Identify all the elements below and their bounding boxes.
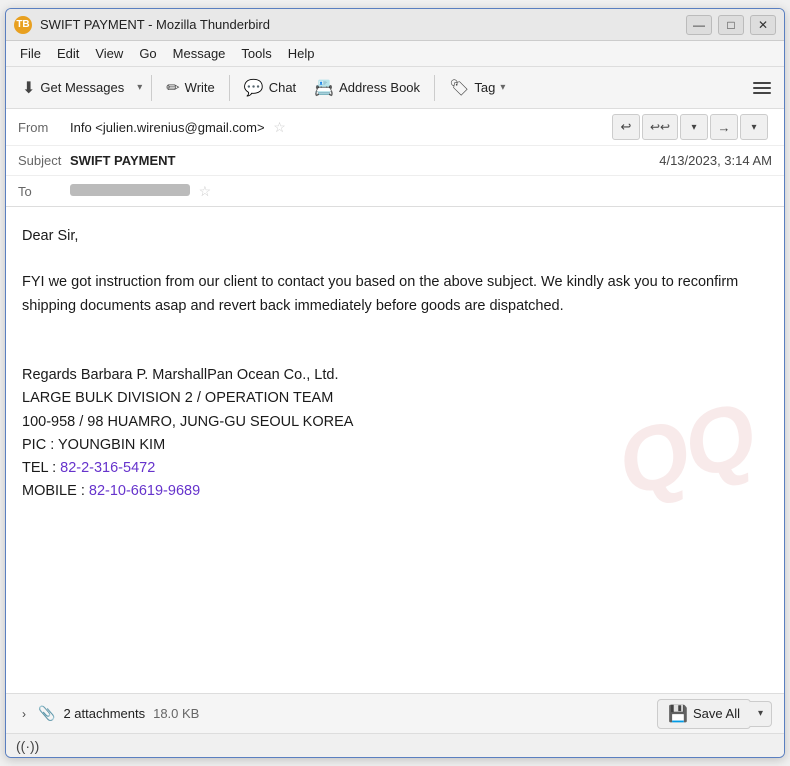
write-icon: ✏ xyxy=(166,78,179,98)
hamburger-menu-button[interactable] xyxy=(748,74,776,102)
forward-button[interactable]: → xyxy=(710,114,738,140)
tag-icon: 🏷 xyxy=(449,78,469,98)
subject-value: SWIFT PAYMENT xyxy=(70,153,659,168)
chat-button[interactable]: 💬 Chat xyxy=(236,74,304,102)
chat-label: Chat xyxy=(269,80,296,95)
tel-line: TEL : 82-2-316-5472 xyxy=(22,457,768,480)
to-address-blurred xyxy=(70,184,190,196)
menu-edit[interactable]: Edit xyxy=(49,44,87,63)
nav-arrows: ↩ ↩↩ ▾ → ▾ xyxy=(612,114,772,140)
save-all-icon: 💾 xyxy=(668,704,688,724)
minimize-button[interactable]: — xyxy=(686,15,712,35)
attachment-clip-icon: 📎 xyxy=(38,705,55,722)
app-icon: TB xyxy=(14,16,32,34)
get-messages-dropdown-button[interactable]: ▾ xyxy=(134,78,145,97)
subject-row: Subject SWIFT PAYMENT 4/13/2023, 3:14 AM xyxy=(6,146,784,176)
to-row: To ☆ xyxy=(6,176,784,206)
nav-dropdown-1[interactable]: ▾ xyxy=(680,114,708,140)
subject-label: Subject xyxy=(18,153,70,168)
email-header: From Info <julien.wirenius@gmail.com> ☆ … xyxy=(6,109,784,207)
regards-line: Regards Barbara P. MarshallPan Ocean Co.… xyxy=(22,364,768,387)
from-row: From Info <julien.wirenius@gmail.com> ☆ … xyxy=(6,109,784,146)
attachment-count: 2 attachments xyxy=(63,706,145,721)
reply-button[interactable]: ↩ xyxy=(612,114,640,140)
paragraph1: FYI we got instruction from our client t… xyxy=(22,271,768,317)
tag-button[interactable]: 🏷 Tag ▾ xyxy=(441,74,513,102)
address-book-icon: 📇 xyxy=(314,78,334,98)
mobile-label: MOBILE : xyxy=(22,483,89,499)
titlebar: TB SWIFT PAYMENT - Mozilla Thunderbird —… xyxy=(6,9,784,41)
to-label: To xyxy=(18,184,70,199)
email-body: QQ Dear Sir, FYI we got instruction from… xyxy=(6,207,784,693)
from-label: From xyxy=(18,120,70,135)
address-line: 100-958 / 98 HUAMRO, JUNG-GU SEOUL KOREA xyxy=(22,411,768,434)
menu-go[interactable]: Go xyxy=(131,44,164,63)
pic-line: PIC : YOUNGBIN KIM xyxy=(22,434,768,457)
get-messages-label: Get Messages xyxy=(40,80,124,95)
address-book-label: Address Book xyxy=(339,80,420,95)
mobile-line: MOBILE : 82-10-6619-9689 xyxy=(22,480,768,503)
reply-all-button[interactable]: ↩↩ xyxy=(642,114,678,140)
attachments-expand-button[interactable]: › xyxy=(18,705,30,723)
menu-file[interactable]: File xyxy=(12,44,49,63)
application-window: TB SWIFT PAYMENT - Mozilla Thunderbird —… xyxy=(5,8,785,758)
chat-icon: 💬 xyxy=(244,78,264,98)
write-label: Write xyxy=(185,80,215,95)
mobile-link[interactable]: 82-10-6619-9689 xyxy=(89,483,200,499)
tel-link[interactable]: 82-2-316-5472 xyxy=(60,460,155,476)
get-messages-button[interactable]: ⬇ Get Messages xyxy=(14,74,132,102)
save-all-label: Save All xyxy=(693,706,740,721)
date-value: 4/13/2023, 3:14 AM xyxy=(659,153,772,168)
hamburger-line-2 xyxy=(753,87,771,89)
menu-tools[interactable]: Tools xyxy=(233,44,279,63)
to-value: ☆ xyxy=(70,183,772,200)
tel-label: TEL : xyxy=(22,460,60,476)
toolbar-separator-1 xyxy=(151,75,152,101)
menubar: File Edit View Go Message Tools Help xyxy=(6,41,784,67)
greeting: Dear Sir, xyxy=(22,225,768,248)
hamburger-line-1 xyxy=(753,82,771,84)
write-button[interactable]: ✏ Write xyxy=(158,74,223,102)
restore-button[interactable]: □ xyxy=(718,15,744,35)
address-book-button[interactable]: 📇 Address Book xyxy=(306,74,428,102)
toolbar-separator-3 xyxy=(434,75,435,101)
from-star-icon[interactable]: ☆ xyxy=(273,119,286,135)
hamburger-line-3 xyxy=(753,92,771,94)
tag-dropdown-arrow: ▾ xyxy=(500,82,505,93)
save-all-group: 💾 Save All ▾ xyxy=(657,699,772,729)
menu-message[interactable]: Message xyxy=(165,44,234,63)
attachment-size: 18.0 KB xyxy=(153,706,199,721)
get-messages-dropdown-arrow: ▾ xyxy=(137,82,142,93)
tag-label: Tag xyxy=(474,80,495,95)
division-line: LARGE BULK DIVISION 2 / OPERATION TEAM xyxy=(22,387,768,410)
close-button[interactable]: ✕ xyxy=(750,15,776,35)
menu-help[interactable]: Help xyxy=(280,44,323,63)
save-all-button[interactable]: 💾 Save All xyxy=(657,699,751,729)
save-all-dropdown-button[interactable]: ▾ xyxy=(750,701,772,727)
toolbar: ⬇ Get Messages ▾ ✏ Write 💬 Chat 📇 Addres… xyxy=(6,67,784,109)
window-controls: — □ ✕ xyxy=(686,15,776,35)
menu-view[interactable]: View xyxy=(87,44,131,63)
attachments-bar: › 📎 2 attachments 18.0 KB 💾 Save All ▾ xyxy=(6,693,784,733)
nav-dropdown-2[interactable]: ▾ xyxy=(740,114,768,140)
toolbar-separator-2 xyxy=(229,75,230,101)
from-value: Info <julien.wirenius@gmail.com> ☆ xyxy=(70,119,612,136)
to-star-icon[interactable]: ☆ xyxy=(199,183,212,199)
get-messages-icon: ⬇ xyxy=(22,78,35,98)
window-title: SWIFT PAYMENT - Mozilla Thunderbird xyxy=(40,17,686,32)
email-content: Dear Sir, FYI we got instruction from ou… xyxy=(22,225,768,503)
from-name: Info <julien.wirenius@gmail.com> xyxy=(70,120,265,135)
statusbar: ((·)) xyxy=(6,733,784,757)
wifi-icon: ((·)) xyxy=(16,738,39,754)
